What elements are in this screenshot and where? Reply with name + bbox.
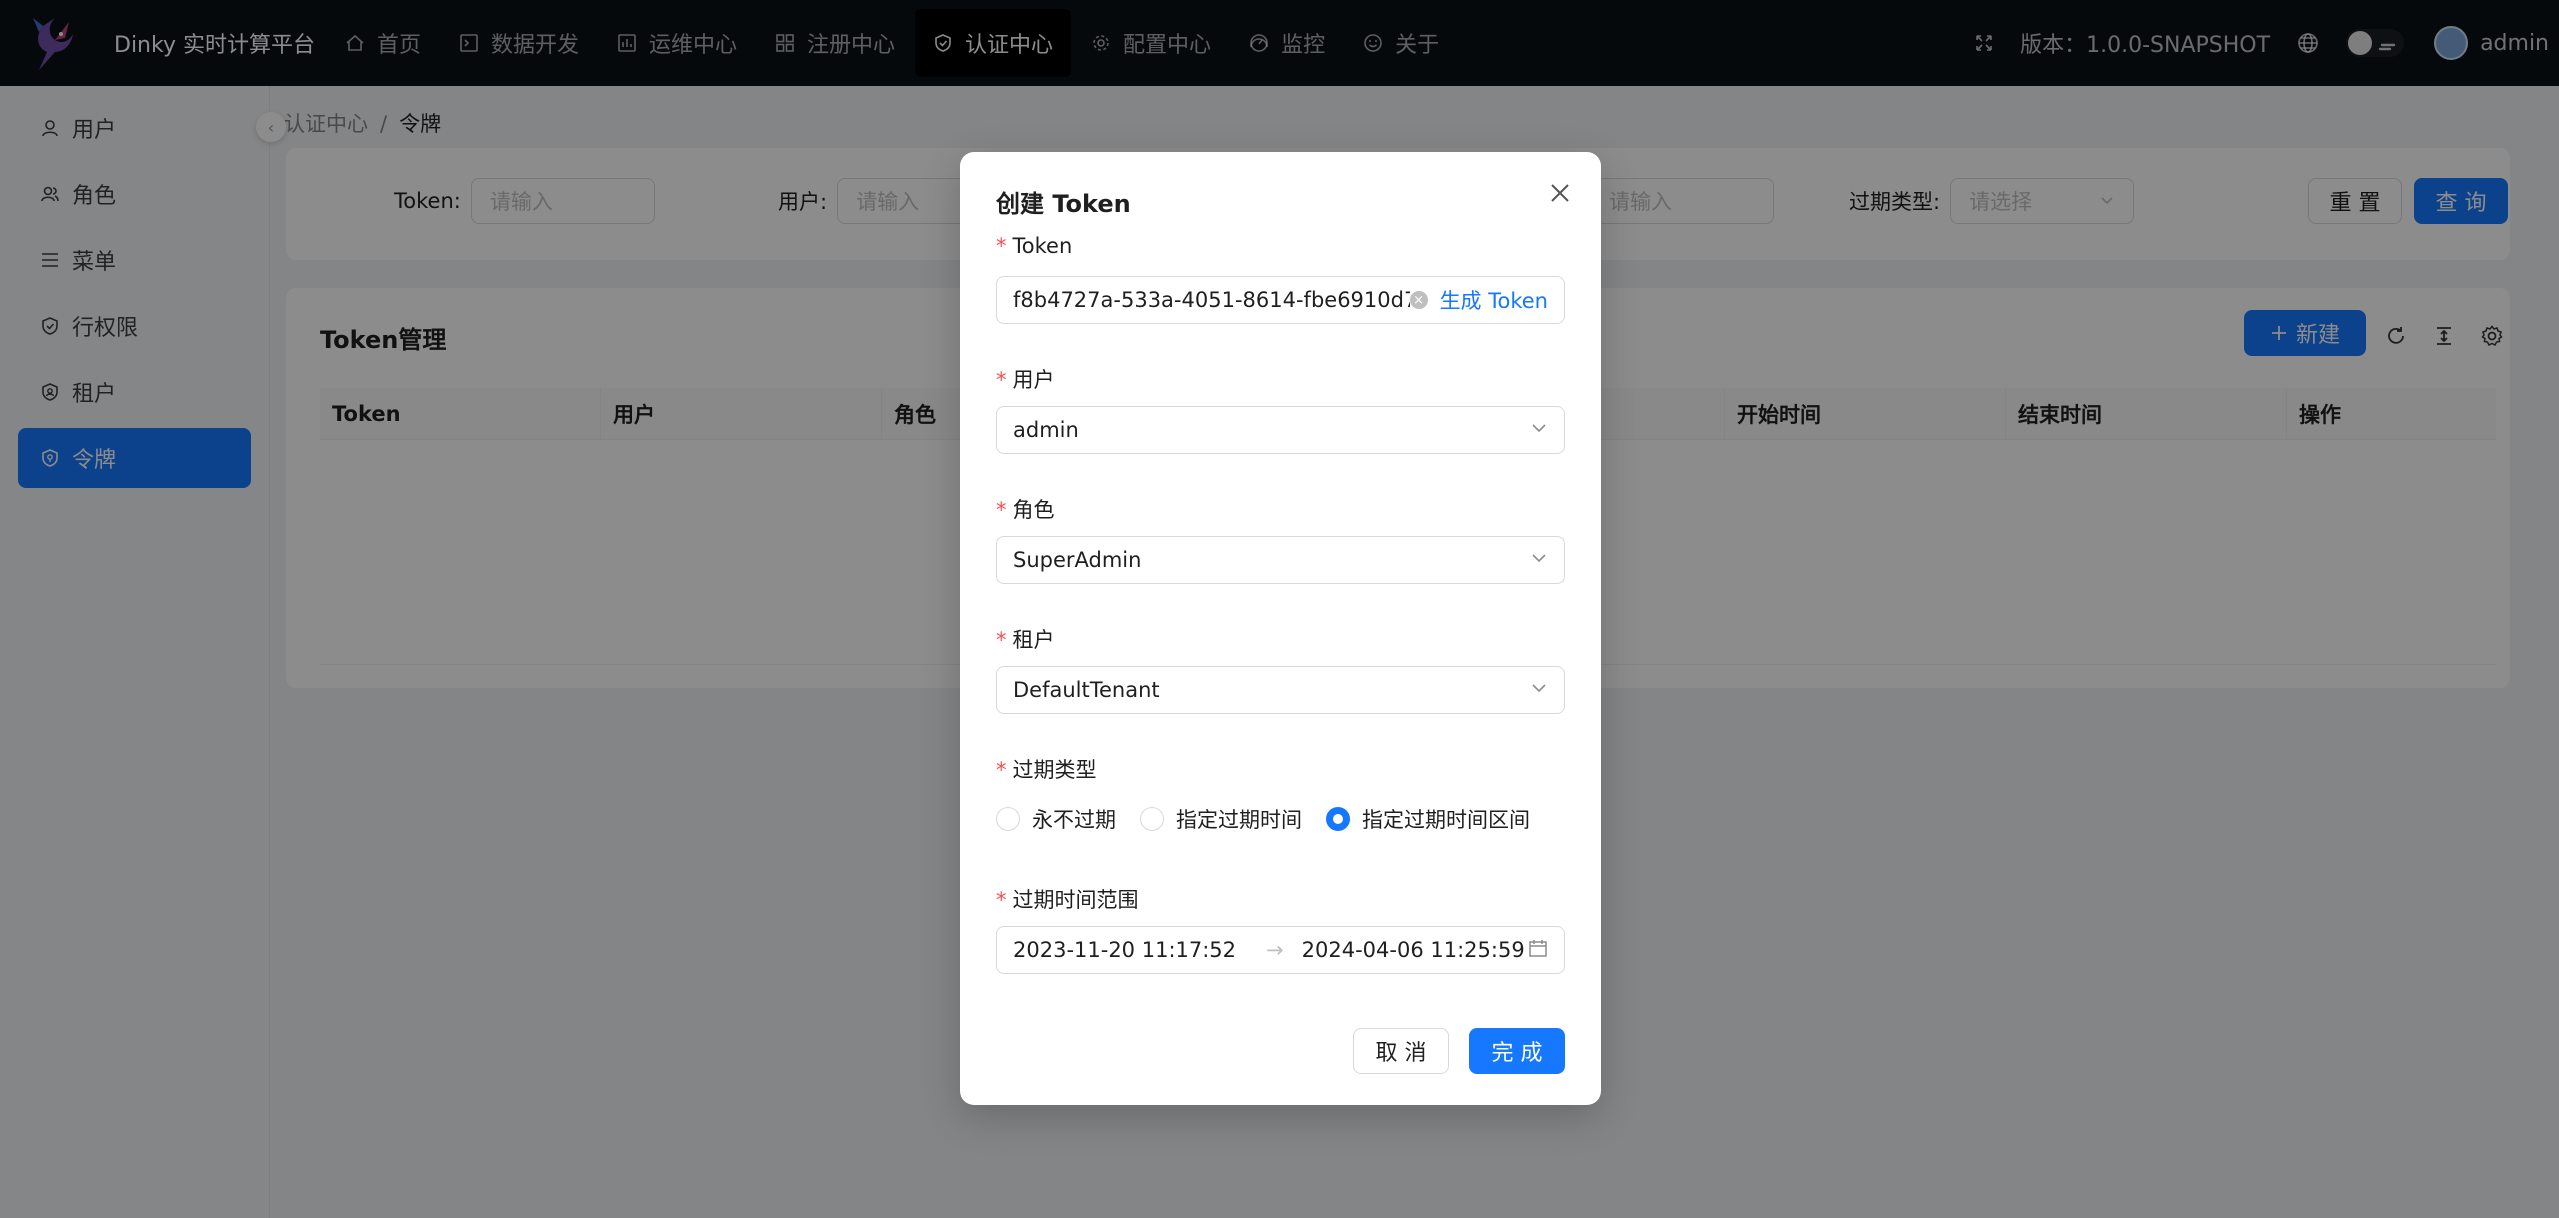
modal-footer: 取 消 完 成 <box>1353 1028 1565 1074</box>
required-mark: * <box>996 368 1007 392</box>
chevron-down-icon <box>1530 418 1548 442</box>
expire-range-picker[interactable]: 2023-11-20 11:17:52 → 2024-04-06 11:25:5… <box>996 926 1565 974</box>
generate-token-link[interactable]: 生成 Token <box>1440 285 1548 315</box>
expire-type-label: * 过期类型 <box>996 754 1097 784</box>
required-mark: * <box>996 234 1007 258</box>
expire-range-label: * 过期时间范围 <box>996 884 1139 914</box>
cancel-button[interactable]: 取 消 <box>1353 1028 1449 1074</box>
role-value: SuperAdmin <box>1013 548 1142 572</box>
expire-type-label-text: 过期类型 <box>1012 758 1097 782</box>
range-end[interactable]: 2024-04-06 11:25:59 <box>1302 938 1528 962</box>
tenant-label: * 租户 <box>996 624 1055 654</box>
tenant-label-text: 租户 <box>1012 628 1055 652</box>
required-mark: * <box>996 628 1007 652</box>
radio-circle <box>1326 807 1350 831</box>
token-value: f8b4727a-533a-4051-8614-fbe6910d773a <box>1013 288 1410 312</box>
role-label-text: 角色 <box>1012 498 1055 522</box>
required-mark: * <box>996 888 1007 912</box>
radio-expire-range[interactable]: 指定过期时间区间 <box>1326 804 1530 834</box>
radio-label: 指定过期时间区间 <box>1362 808 1530 832</box>
required-mark: * <box>996 498 1007 522</box>
user-value: admin <box>1013 418 1079 442</box>
token-input[interactable]: f8b4727a-533a-4051-8614-fbe6910d773a × 生… <box>996 276 1565 324</box>
role-select[interactable]: SuperAdmin <box>996 536 1565 584</box>
calendar-icon <box>1528 938 1548 963</box>
radio-circle <box>996 807 1020 831</box>
chevron-down-icon <box>1530 548 1548 572</box>
radio-label: 永不过期 <box>1032 808 1116 832</box>
expire-range-label-text: 过期时间范围 <box>1012 888 1139 912</box>
tenant-value: DefaultTenant <box>1013 678 1160 702</box>
user-label: * 用户 <box>996 364 1055 394</box>
required-mark: * <box>996 758 1007 782</box>
radio-label: 指定过期时间 <box>1176 808 1302 832</box>
tenant-select[interactable]: DefaultTenant <box>996 666 1565 714</box>
radio-never-expire[interactable]: 永不过期 <box>996 804 1116 834</box>
token-label-text: Token <box>1012 234 1073 258</box>
range-separator: → <box>1266 938 1284 962</box>
clear-icon[interactable]: × <box>1409 291 1428 309</box>
user-select[interactable]: admin <box>996 406 1565 454</box>
token-label: * Token <box>996 234 1072 258</box>
close-icon[interactable] <box>1545 178 1575 208</box>
radio-expire-time[interactable]: 指定过期时间 <box>1140 804 1302 834</box>
range-start[interactable]: 2023-11-20 11:17:52 <box>1013 938 1236 962</box>
chevron-down-icon <box>1530 678 1548 702</box>
expire-type-radio-group: 永不过期 指定过期时间 指定过期时间区间 <box>996 804 1554 834</box>
create-token-modal: 创建 Token * Token f8b4727a-533a-4051-8614-… <box>960 152 1601 1105</box>
radio-circle <box>1140 807 1164 831</box>
submit-button[interactable]: 完 成 <box>1469 1028 1565 1074</box>
user-label-text: 用户 <box>1012 368 1055 392</box>
role-label: * 角色 <box>996 494 1055 524</box>
modal-title: 创建 Token <box>996 190 1131 218</box>
